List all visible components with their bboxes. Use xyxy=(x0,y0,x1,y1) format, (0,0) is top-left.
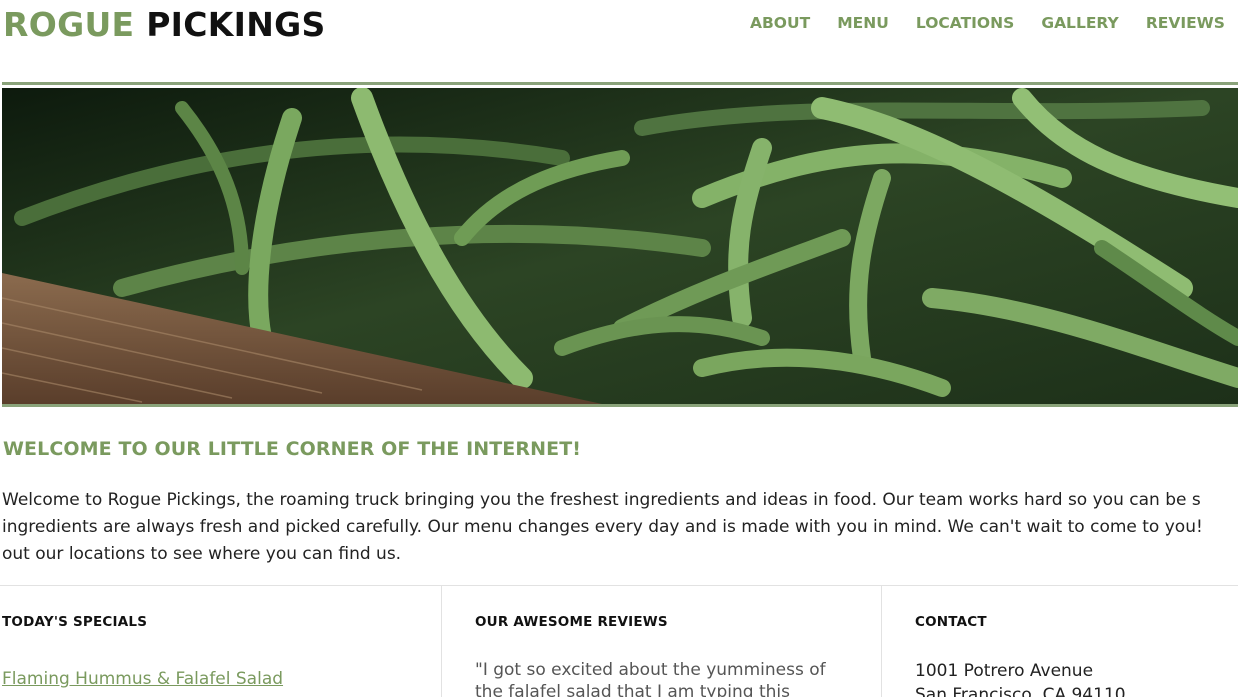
special-item-link[interactable]: Flaming Hummus & Falafel Salad xyxy=(2,669,283,689)
site-header: ROGUE PICKINGS ABOUT MENU LOCATIONS GALL… xyxy=(0,0,1238,60)
main-nav: ABOUT MENU LOCATIONS GALLERY REVIEWS C xyxy=(750,13,1238,32)
nav-menu-link[interactable]: MENU xyxy=(837,14,889,32)
welcome-heading: WELCOME TO OUR LITTLE CORNER OF THE INTE… xyxy=(3,438,582,460)
section-divider xyxy=(0,585,1238,586)
column-divider xyxy=(881,586,882,697)
nav-reviews-link[interactable]: REVIEWS xyxy=(1146,14,1225,32)
reviews-heading: OUR AWESOME REVIEWS xyxy=(475,614,668,630)
logo-word-rogue: ROGUE xyxy=(3,5,135,44)
address-line: San Francisco, CA 94110 xyxy=(915,685,1126,697)
header-divider xyxy=(2,82,1238,85)
column-divider xyxy=(441,586,442,697)
review-line: "I got so excited about the yumminess of xyxy=(475,660,826,680)
hero-divider xyxy=(2,404,1238,407)
specials-heading: TODAY'S SPECIALS xyxy=(2,614,148,630)
nav-locations-link[interactable]: LOCATIONS xyxy=(916,14,1014,32)
logo-word-pickings: PICKINGS xyxy=(146,5,326,44)
welcome-line: ingredients are always fresh and picked … xyxy=(2,517,1203,537)
review-line: the falafel salad that I am typing this xyxy=(475,682,790,697)
hero-image-green-beans xyxy=(2,88,1238,404)
nav-gallery-link[interactable]: GALLERY xyxy=(1041,14,1118,32)
welcome-line: Welcome to Rogue Pickings, the roaming t… xyxy=(2,490,1201,510)
review-quote: "I got so excited about the yumminess of… xyxy=(475,659,855,697)
nav-about-link[interactable]: ABOUT xyxy=(750,14,810,32)
site-logo[interactable]: ROGUE PICKINGS xyxy=(3,5,326,44)
contact-heading: CONTACT xyxy=(915,614,987,630)
contact-address: 1001 Potrero Avenue San Francisco, CA 94… xyxy=(915,659,1126,697)
welcome-line: out our locations to see where you can f… xyxy=(2,544,402,564)
welcome-paragraph: Welcome to Rogue Pickings, the roaming t… xyxy=(2,487,1238,568)
address-line: 1001 Potrero Avenue xyxy=(915,661,1094,681)
